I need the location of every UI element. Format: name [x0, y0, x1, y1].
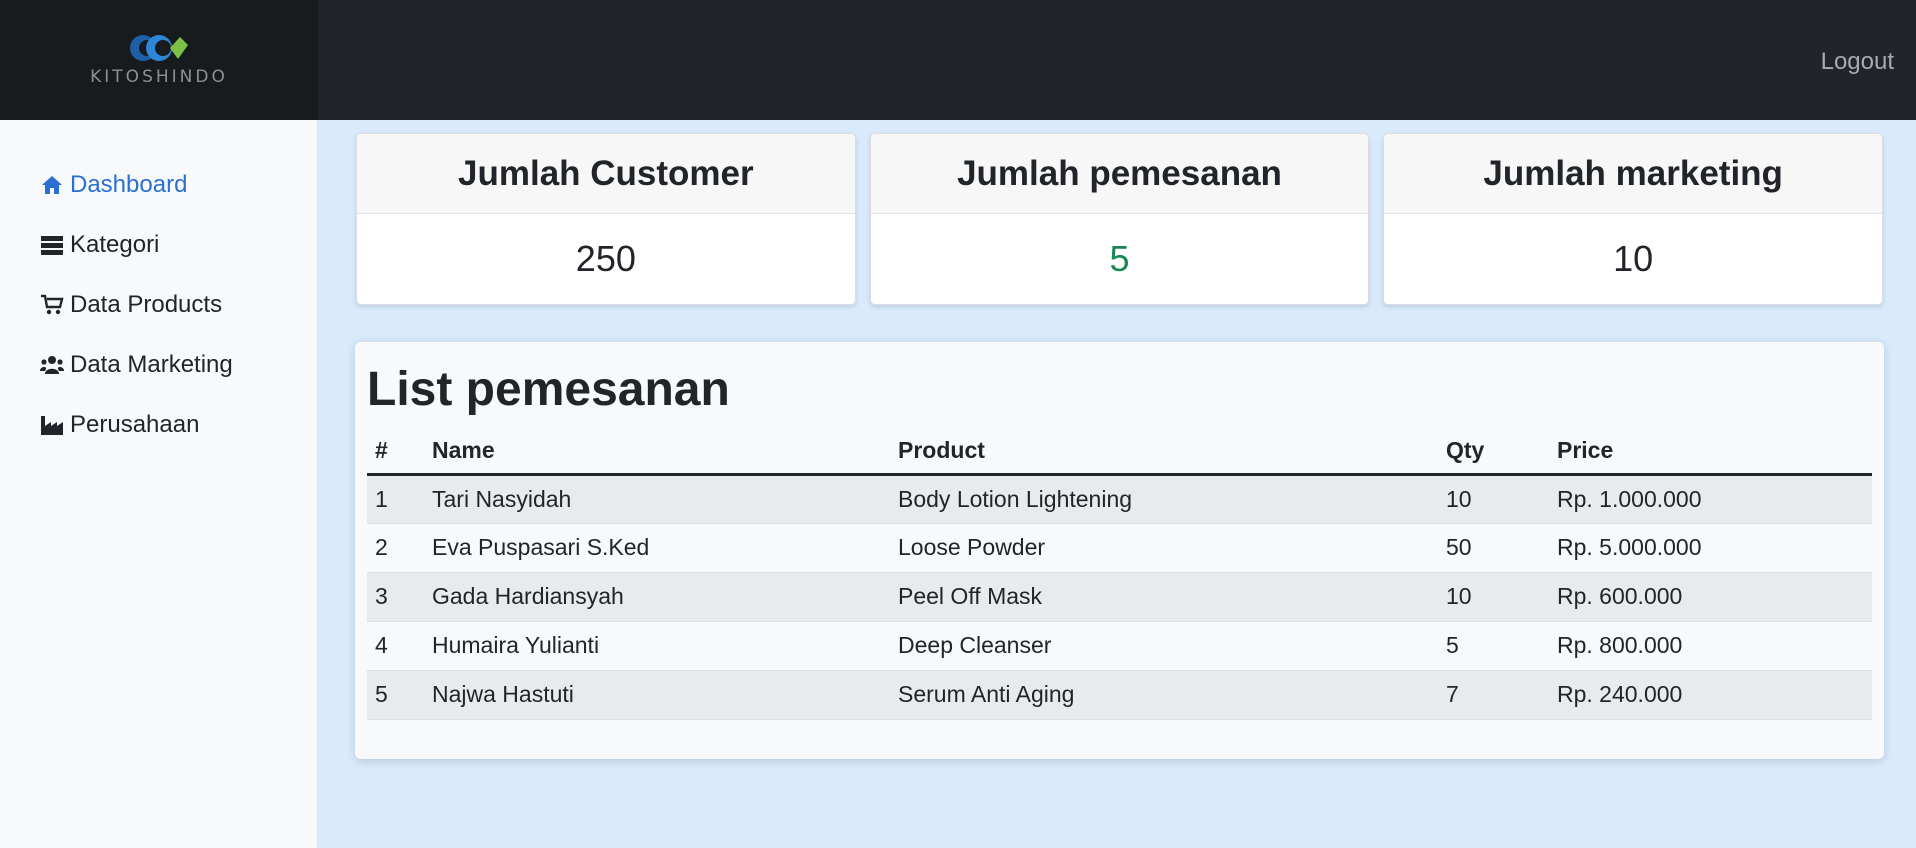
sidebar-item-label: Perusahaan	[70, 411, 200, 438]
top-navbar: KITOSHINDO Logout	[0, 0, 1916, 120]
home-icon	[42, 176, 62, 194]
stat-value: 250	[575, 238, 636, 279]
cell-index: 1	[367, 474, 424, 524]
stat-card-pemesanan: Jumlah pemesanan 5	[869, 133, 1370, 305]
column-header: Name	[424, 428, 890, 476]
cell-product: Serum Anti Aging	[890, 670, 1438, 720]
cell-price: Rp. 800.000	[1549, 621, 1872, 671]
stat-card-marketing: Jumlah marketing 10	[1383, 133, 1884, 305]
brand-name: KITOSHINDO	[90, 67, 228, 87]
orders-card: List pemesanan # Name Product Qty Price …	[355, 342, 1884, 759]
sidebar-item-data-products[interactable]: Data Products	[0, 275, 317, 335]
table-header-row: # Name Product Qty Price	[367, 428, 1872, 476]
cell-qty: 7	[1438, 670, 1549, 720]
sidebar-item-data-marketing[interactable]: Data Marketing	[0, 335, 317, 395]
table-row: 3 Gada Hardiansyah Peel Off Mask 10 Rp. …	[367, 572, 1872, 622]
kitoshindo-logo-icon	[130, 35, 188, 61]
cell-price: Rp. 1.000.000	[1549, 474, 1872, 524]
industry-icon	[41, 416, 63, 435]
cell-index: 3	[367, 572, 424, 622]
stat-title: Jumlah pemesanan	[870, 134, 1369, 214]
cell-name: Gada Hardiansyah	[424, 572, 890, 622]
cell-name: Najwa Hastuti	[424, 670, 890, 720]
cell-price: Rp. 600.000	[1549, 572, 1872, 622]
cell-index: 4	[367, 621, 424, 671]
cell-product: Deep Cleanser	[890, 621, 1438, 671]
cell-index: 5	[367, 670, 424, 720]
cell-qty: 10	[1438, 474, 1549, 524]
cell-product: Loose Powder	[890, 523, 1438, 573]
cell-index: 2	[367, 523, 424, 573]
stat-title: Jumlah Customer	[357, 134, 855, 214]
sidebar-item-perusahaan[interactable]: Perusahaan	[0, 395, 317, 455]
logout-link[interactable]: Logout	[1821, 48, 1894, 76]
sidebar-item-label: Data Marketing	[70, 351, 233, 378]
cell-product: Peel Off Mask	[890, 572, 1438, 622]
sidebar-item-kategori[interactable]: Kategori	[0, 215, 317, 275]
brand-logo[interactable]: KITOSHINDO	[0, 0, 318, 120]
sidebar-item-label: Kategori	[70, 231, 160, 258]
table-row: 2 Eva Puspasari S.Ked Loose Powder 50 Rp…	[367, 523, 1872, 573]
column-header: Qty	[1438, 428, 1549, 476]
orders-table: # Name Product Qty Price 1 Tari Nasyidah…	[367, 428, 1872, 720]
table-row: 4 Humaira Yulianti Deep Cleanser 5 Rp. 8…	[367, 621, 1872, 671]
sidebar: Dashboard Kategori Data Products Data Ma…	[0, 120, 318, 848]
cell-qty: 10	[1438, 572, 1549, 622]
cell-name: Humaira Yulianti	[424, 621, 890, 671]
stat-title: Jumlah marketing	[1384, 134, 1883, 214]
users-icon	[40, 356, 64, 374]
cart-icon	[41, 294, 64, 315]
stat-value: 10	[1613, 238, 1654, 279]
cell-price: Rp. 5.000.000	[1549, 523, 1872, 573]
cell-price: Rp. 240.000	[1549, 670, 1872, 720]
sidebar-item-label: Data Products	[70, 291, 223, 318]
stats-row: Jumlah Customer 250 Jumlah pemesanan 5 J…	[356, 133, 1884, 305]
cell-name: Tari Nasyidah	[424, 474, 890, 524]
list-icon	[41, 236, 63, 255]
cell-qty: 50	[1438, 523, 1549, 573]
table-row: 5 Najwa Hastuti Serum Anti Aging 7 Rp. 2…	[367, 670, 1872, 720]
column-header: Product	[890, 428, 1438, 476]
stat-value: 5	[1109, 238, 1130, 279]
sidebar-item-label: Dashboard	[70, 171, 188, 198]
orders-title: List pemesanan	[367, 363, 730, 416]
cell-qty: 5	[1438, 621, 1549, 671]
sidebar-item-dashboard[interactable]: Dashboard	[0, 155, 317, 215]
column-header: #	[367, 428, 424, 476]
cell-product: Body Lotion Lightening	[890, 474, 1438, 524]
stat-card-customer: Jumlah Customer 250	[356, 133, 856, 305]
cell-name: Eva Puspasari S.Ked	[424, 523, 890, 573]
table-row: 1 Tari Nasyidah Body Lotion Lightening 1…	[367, 474, 1872, 524]
column-header: Price	[1549, 428, 1872, 476]
